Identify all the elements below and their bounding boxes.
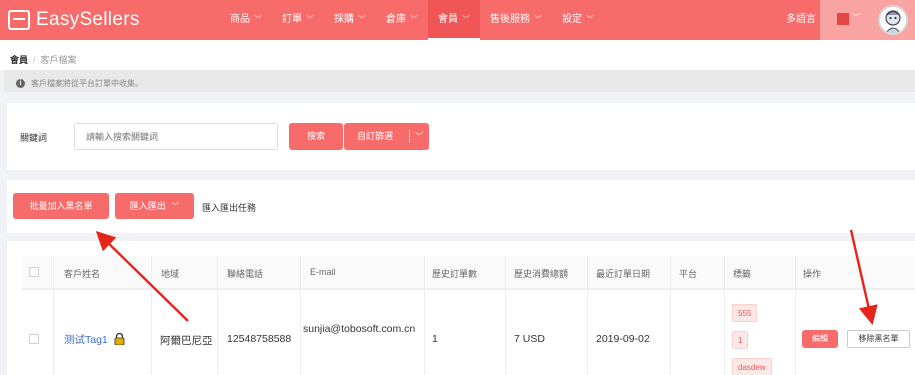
column-divider (53, 256, 54, 375)
language-switcher[interactable]: 多語言 (786, 0, 816, 40)
edit-button[interactable]: 編輯 (802, 330, 838, 348)
breadcrumb-current: 客戶檔案 (40, 55, 77, 65)
search-panel: 關鍵詞 搜索 自訂篩選 ﹀ (7, 103, 915, 170)
nav-item-products[interactable]: 商品 ﹀ (220, 0, 272, 40)
logo-icon (8, 10, 30, 30)
nav-item-after-sales[interactable]: 售後服務 ﹀ (480, 0, 552, 40)
shop-color-swatch[interactable] (837, 13, 849, 25)
chevron-down-icon: ﹀ (534, 15, 542, 24)
column-header-phone[interactable]: 聯絡電話 (227, 267, 263, 280)
remove-blacklist-button[interactable]: 移除黑名單 (847, 330, 910, 348)
breadcrumb: 會員 / 客戶檔案 (0, 40, 915, 70)
last-order-date-cell: 2019-09-02 (596, 333, 650, 345)
column-header-region[interactable]: 地域 (161, 267, 179, 280)
chevron-down-icon: ﹀ (358, 15, 366, 24)
bulk-add-blacklist-button[interactable]: 批量加入黑名單 (13, 193, 109, 219)
import-export-task-link[interactable]: 匯入匯出任務 (202, 201, 256, 214)
row-divider (22, 288, 915, 289)
logo-text: EasySellers (36, 9, 140, 30)
column-divider (151, 256, 152, 375)
column-divider (424, 256, 425, 375)
chevron-down-icon: ﹀ (410, 15, 418, 24)
info-icon: i (16, 79, 25, 88)
column-divider (505, 256, 506, 375)
column-header-total-spent[interactable]: 歷史消費總額 (514, 267, 568, 280)
main-menu: 商品 ﹀ 訂單 ﹀ 採購 ﹀ 倉庫 ﹀ 會員 ﹀ 售後服務 ﹀ 設定 ﹀ (220, 0, 604, 40)
notice-text: 客戶檔案將從平台訂單中收集。 (31, 79, 143, 88)
nav-item-orders[interactable]: 訂單 ﹀ (272, 0, 324, 40)
tag-badge: 1 (732, 331, 749, 349)
column-divider (670, 256, 671, 375)
column-divider (724, 256, 725, 375)
chevron-down-icon[interactable]: ﹀ (415, 123, 423, 150)
search-button[interactable]: 搜索 (289, 123, 343, 150)
action-bar: 批量加入黑名單 匯入匯出 ﹀ 匯入匯出任務 (7, 180, 915, 233)
chevron-down-icon: ﹀ (586, 15, 594, 24)
nav-item-settings[interactable]: 設定 ﹀ (552, 0, 604, 40)
row-checkbox[interactable] (29, 334, 39, 344)
chevron-down-icon: ﹀ (171, 202, 180, 211)
column-header-name[interactable]: 客戶姓名 (64, 267, 100, 280)
breadcrumb-root[interactable]: 會員 (10, 55, 28, 65)
info-notice: i 客戶檔案將從平台訂單中收集。 (4, 70, 915, 92)
order-count-cell: 1 (432, 333, 438, 345)
column-header-email[interactable]: E-mail (310, 267, 336, 277)
column-header-actions: 操作 (803, 269, 822, 279)
phone-cell: 12548758588 (227, 333, 292, 345)
keyword-input[interactable] (74, 123, 278, 150)
column-header-last-order-date[interactable]: 最近訂單日期 (596, 267, 650, 280)
tag-badge: dasdew (732, 358, 772, 375)
column-header-platform[interactable]: 平台 (679, 267, 697, 280)
nav-item-members[interactable]: 會員 ﹀ (428, 0, 480, 40)
lock-icon (114, 333, 125, 345)
total-spent-cell: 7 USD (514, 333, 545, 345)
import-export-button[interactable]: 匯入匯出 ﹀ (115, 193, 194, 219)
chevron-down-icon[interactable]: ﹀ (852, 12, 860, 23)
column-header-tags[interactable]: 標籤 (733, 267, 751, 280)
customer-name-link[interactable]: 测试Tag1 (64, 334, 108, 346)
email-cell: sunjia@tobosoft.com.cn (303, 323, 416, 335)
chevron-down-icon: ﹀ (306, 15, 314, 24)
nav-item-purchasing[interactable]: 採購 ﹀ (324, 0, 376, 40)
nav-item-warehouse[interactable]: 倉庫 ﹀ (376, 0, 428, 40)
select-all-checkbox[interactable] (29, 267, 39, 277)
keyword-label: 關鍵詞 (20, 133, 48, 143)
avatar-icon (885, 10, 901, 33)
custom-filter-button[interactable]: 自訂篩選 ﹀ (344, 123, 429, 150)
customer-name-cell: 测试Tag1 (64, 332, 125, 347)
avatar[interactable] (878, 5, 908, 35)
region-cell: 阿爾巴尼亞 (160, 335, 213, 347)
chevron-down-icon: ﹀ (462, 15, 470, 24)
breadcrumb-separator: / (33, 55, 36, 65)
logo[interactable]: EasySellers (8, 8, 140, 32)
column-header-order-count[interactable]: 歷史訂單數 (432, 267, 477, 280)
import-export-label: 匯入匯出 (129, 201, 166, 211)
tag-badge: 555 (732, 304, 758, 322)
button-divider (409, 130, 410, 143)
column-divider (795, 256, 796, 375)
custom-filter-label: 自訂篩選 (357, 131, 394, 141)
chevron-down-icon: ﹀ (254, 15, 262, 24)
column-divider (300, 256, 301, 375)
column-divider (587, 256, 588, 375)
top-nav: EasySellers 商品 ﹀ 訂單 ﹀ 採購 ﹀ 倉庫 ﹀ 會員 ﹀ 售後服務 ﹀ 設定… (0, 0, 915, 40)
column-divider (217, 256, 218, 375)
